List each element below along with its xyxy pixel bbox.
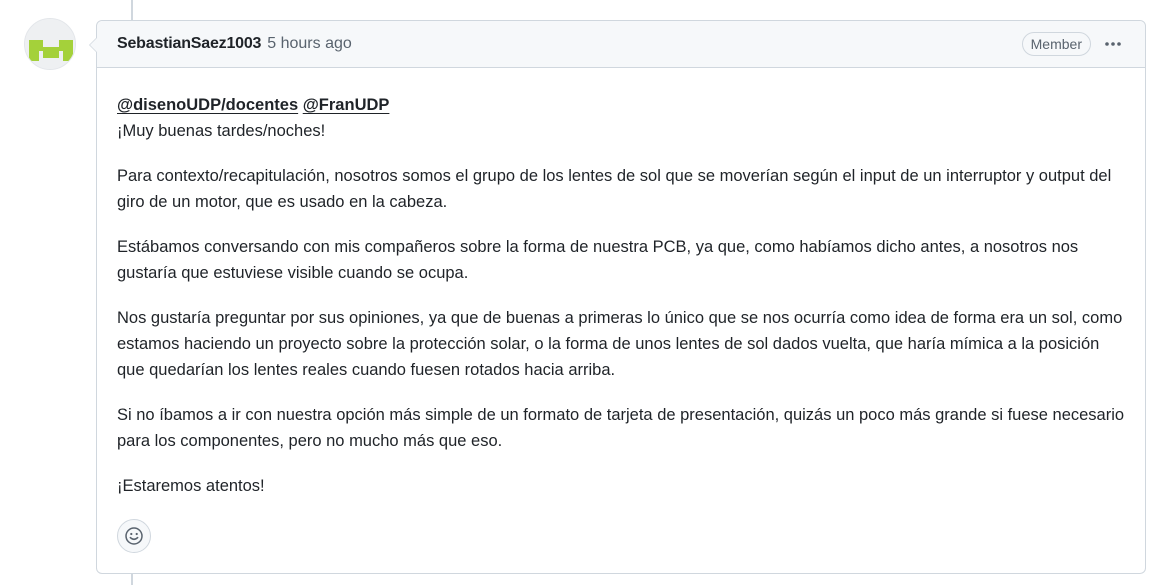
paragraph-opinions: Nos gustaría preguntar por sus opiniones… <box>117 309 1123 379</box>
comment-timestamp[interactable]: 5 hours ago <box>267 35 352 53</box>
comment-header: SebastianSaez1003 5 hours ago Member <box>97 21 1145 68</box>
identicon-avatar-icon <box>25 19 75 69</box>
paragraph-closing: ¡Estaremos atentos! <box>117 477 265 495</box>
paragraph-pcb: Estábamos conversando con mis compañeros… <box>117 238 1079 282</box>
avatar[interactable] <box>24 18 76 70</box>
kebab-horizontal-icon[interactable] <box>1101 32 1125 56</box>
smiley-icon <box>125 527 143 545</box>
comment-body: @disenoUDP/docentes @FranUDP ¡Muy buenas… <box>97 68 1145 499</box>
paragraph-context: Para contexto/recapitulación, nosotros s… <box>117 167 1112 211</box>
role-badge: Member <box>1021 32 1091 56</box>
comment-card: SebastianSaez1003 5 hours ago Member @di… <box>89 20 1146 574</box>
greeting-block: @disenoUDP/docentes @FranUDP ¡Muy buenas… <box>117 92 1125 144</box>
author-name[interactable]: SebastianSaez1003 <box>117 35 261 53</box>
team-mention-link[interactable]: @disenoUDP/docentes <box>117 96 298 114</box>
header-actions: Member <box>1021 32 1125 56</box>
user-mention-link[interactable]: @FranUDP <box>303 96 390 114</box>
greeting-text: ¡Muy buenas tardes/noches! <box>117 122 326 140</box>
paragraph-alternative: Si no íbamos a ir con nuestra opción más… <box>117 406 1125 450</box>
add-reaction-button[interactable] <box>117 519 151 553</box>
